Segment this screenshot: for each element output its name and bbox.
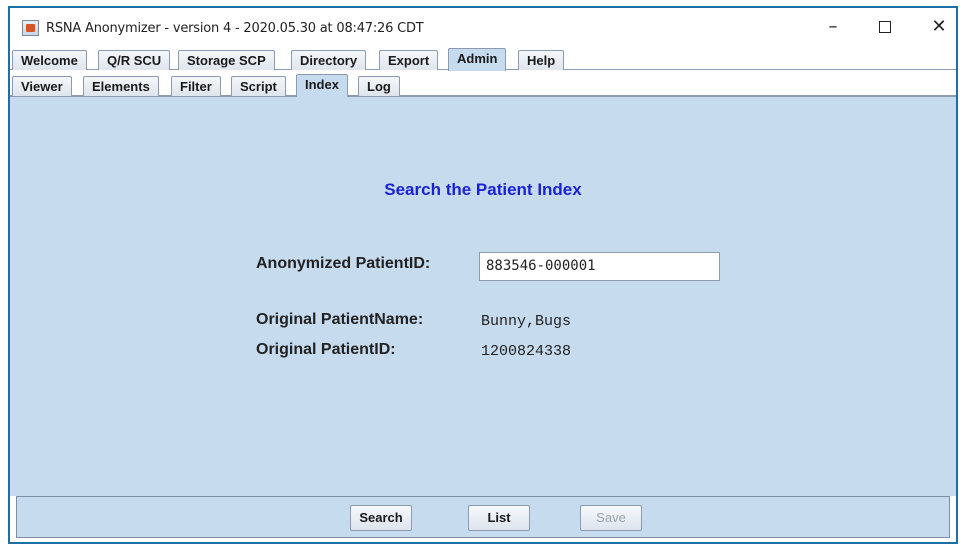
tab-viewer[interactable]: Viewer <box>12 76 72 96</box>
tab-log[interactable]: Log <box>358 76 400 96</box>
save-button[interactable]: Save <box>580 505 642 531</box>
original-patientid-value: 1200824338 <box>481 343 572 360</box>
maximize-icon <box>879 21 891 33</box>
tab-export[interactable]: Export <box>379 50 439 70</box>
tab-storage-scp[interactable]: Storage SCP <box>178 50 275 70</box>
close-button[interactable]: ✕ <box>916 12 962 42</box>
search-button[interactable]: Search <box>350 505 412 531</box>
tab-help[interactable]: Help <box>518 50 565 70</box>
index-panel: Search the Patient Index Anonymized Pati… <box>10 96 956 496</box>
window-title: RSNA Anonymizer - version 4 - 2020.05.30… <box>46 21 424 36</box>
tab-qr-scu[interactable]: Q/R SCU <box>98 50 171 70</box>
button-footer: Search List Save <box>16 496 950 538</box>
app-window: RSNA Anonymizer - version 4 - 2020.05.30… <box>8 6 958 544</box>
sub-tab-bar: Viewer Elements Filter Script Index Log <box>10 72 956 97</box>
tab-directory[interactable]: Directory <box>291 50 367 70</box>
tab-admin[interactable]: Admin <box>448 48 507 71</box>
original-patientname-label: Original PatientName: <box>256 311 424 328</box>
original-patientid-label: Original PatientID: <box>256 341 396 358</box>
tab-welcome[interactable]: Welcome <box>12 50 87 70</box>
main-tab-bar: Welcome Q/R SCU Storage SCP Directory Ex… <box>10 48 956 71</box>
panel-heading: Search the Patient Index <box>384 180 582 199</box>
minimize-button[interactable]: – <box>810 12 856 42</box>
list-button[interactable]: List <box>468 505 530 531</box>
anonymized-patientid-input[interactable]: 883546-000001 <box>479 252 720 281</box>
original-patientname-value: Bunny,Bugs <box>481 313 572 330</box>
maximize-button[interactable] <box>862 12 908 42</box>
tab-filter[interactable]: Filter <box>171 76 221 96</box>
title-bar[interactable]: RSNA Anonymizer - version 4 - 2020.05.30… <box>10 8 956 48</box>
tab-script[interactable]: Script <box>231 76 286 96</box>
tab-index[interactable]: Index <box>296 74 348 97</box>
java-app-icon <box>22 20 39 36</box>
tab-elements[interactable]: Elements <box>83 76 159 96</box>
anonymized-patientid-label: Anonymized PatientID: <box>256 255 431 272</box>
